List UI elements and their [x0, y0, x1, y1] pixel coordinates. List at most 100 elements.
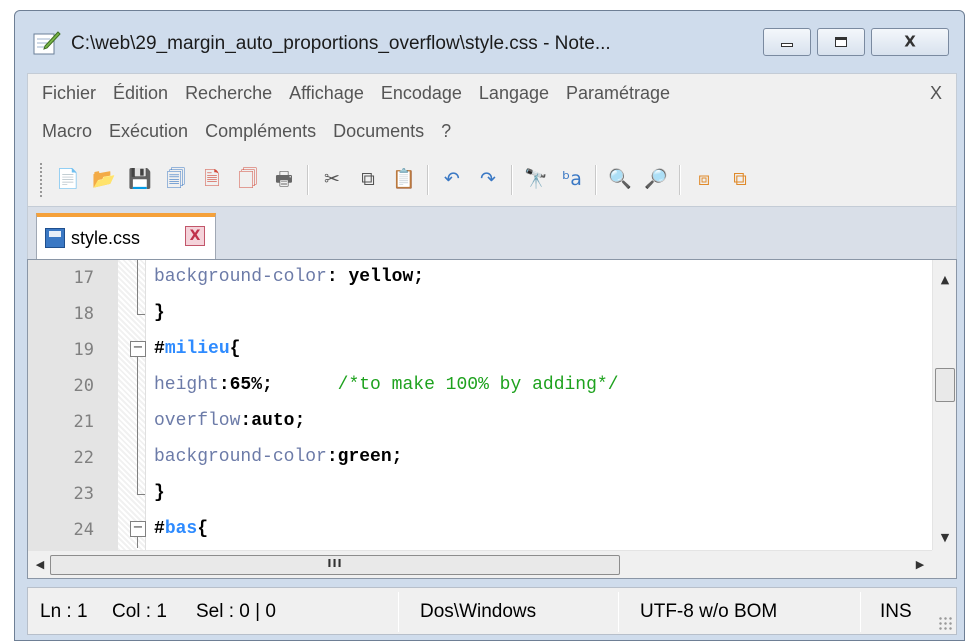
line-number: 23: [73, 484, 94, 504]
menu-paramétrage[interactable]: Paramétrage: [566, 83, 670, 104]
menu-recherche[interactable]: Recherche: [185, 83, 272, 104]
new-file-icon[interactable]: 📄: [53, 165, 83, 195]
status-divider: [398, 592, 399, 632]
token-punct: ;: [294, 411, 306, 431]
token-punct: :: [326, 267, 349, 287]
scrollbar-corner: [932, 550, 956, 578]
sync-horizontal-icon[interactable]: ⧉: [725, 165, 755, 195]
open-file-icon[interactable]: 📂: [89, 165, 119, 195]
menu-exécution[interactable]: Exécution: [109, 121, 188, 142]
save-icon[interactable]: 💾: [125, 165, 155, 195]
token-prop: overflow: [154, 411, 241, 431]
menu-bar: Fichier Édition Recherche Affichage Encodage…: [27, 73, 957, 153]
code-editor[interactable]: 17background-color: yellow;18}19#milieu{…: [27, 259, 957, 579]
replace-icon[interactable]: ᵇa: [557, 165, 587, 195]
code-line[interactable]: 18}: [28, 296, 932, 332]
fold-guide: [130, 440, 146, 476]
menu-affichage[interactable]: Affichage: [289, 83, 364, 104]
code-line[interactable]: 24 #bas{: [28, 512, 932, 548]
fold-guide: [130, 296, 146, 332]
minimize-button[interactable]: [763, 28, 811, 56]
status-divider: [860, 592, 861, 632]
token-val: green: [337, 447, 392, 467]
code-area[interactable]: 17background-color: yellow;18}19#milieu{…: [28, 260, 932, 550]
token-punct: :: [326, 447, 338, 467]
token-prop: background-color: [154, 267, 327, 287]
token-sel-hash: #: [154, 339, 165, 359]
line-number: 17: [73, 268, 94, 288]
tab-close-button[interactable]: X: [185, 226, 205, 246]
code-line[interactable]: 17 background-color: yellow;: [28, 260, 932, 296]
toolbar-grip[interactable]: [40, 162, 44, 197]
token-sel-name: bas: [164, 519, 198, 539]
fold-toggle-icon[interactable]: [130, 512, 146, 548]
horizontal-scrollbar[interactable]: ◀ III ▶: [28, 550, 932, 578]
scroll-up-arrow-icon[interactable]: ▲: [933, 268, 957, 292]
close-icon[interactable]: 🗎: [197, 165, 227, 195]
horizontal-scroll-thumb[interactable]: III: [50, 555, 620, 575]
vertical-scroll-thumb[interactable]: [935, 368, 955, 402]
scroll-right-arrow-icon[interactable]: ▶: [908, 551, 932, 579]
menu-row-1: Fichier Édition Recherche Affichage Encodage…: [28, 74, 956, 112]
status-insert-mode: INS: [880, 601, 912, 622]
paste-icon[interactable]: 📋: [389, 165, 419, 195]
close-document-button[interactable]: X: [930, 83, 942, 104]
undo-icon[interactable]: ↶: [437, 165, 467, 195]
cut-icon[interactable]: ✂: [317, 165, 347, 195]
status-eol: Dos\Windows: [420, 601, 537, 622]
find-icon[interactable]: 🔭: [521, 165, 551, 195]
minimize-icon: [781, 43, 793, 47]
copy-icon[interactable]: ⧉: [353, 165, 383, 195]
code-text: }: [154, 303, 165, 323]
tab-strip: style.css X: [27, 207, 957, 259]
status-selection: Sel : 0 | 0: [196, 601, 276, 622]
save-all-icon[interactable]: 🗐: [161, 165, 191, 195]
toolbar-separator: [307, 164, 309, 195]
zoom-in-icon[interactable]: 🔍: [605, 165, 635, 195]
print-icon[interactable]: 🖶: [269, 165, 299, 195]
maximize-button[interactable]: [817, 28, 865, 56]
fold-guide: [130, 260, 146, 296]
status-bar: Ln : 1 Col : 1 Sel : 0 | 0 Dos\Windows U…: [27, 587, 957, 635]
code-line[interactable]: 20 height:65%; /*to make 100% by adding*/: [28, 368, 932, 404]
code-line[interactable]: 22 background-color:green;: [28, 440, 932, 476]
saved-file-icon: [45, 228, 65, 248]
close-window-button[interactable]: X: [871, 28, 949, 56]
menu-help[interactable]: ?: [441, 121, 451, 142]
token-punct: :: [218, 375, 230, 395]
vertical-scrollbar[interactable]: ▲ ▼: [932, 260, 956, 550]
scroll-down-arrow-icon[interactable]: ▼: [933, 526, 957, 550]
window-title: C:\web\29_margin_auto_proportions_overfl…: [71, 33, 611, 54]
menu-fichier[interactable]: Fichier: [42, 83, 96, 104]
scroll-left-arrow-icon[interactable]: ◀: [28, 551, 52, 579]
fold-toggle-icon[interactable]: [130, 332, 146, 368]
close-all-icon[interactable]: 🗍: [233, 165, 263, 195]
token-punct: }: [154, 483, 165, 503]
code-line[interactable]: 23}: [28, 476, 932, 512]
menu-compléments[interactable]: Compléments: [205, 121, 316, 142]
line-number: 19: [73, 340, 94, 360]
code-line[interactable]: 19 #milieu{: [28, 332, 932, 368]
menu-documents[interactable]: Documents: [333, 121, 424, 142]
code-text: #bas{: [154, 519, 208, 539]
tab-style-css[interactable]: style.css X: [36, 213, 216, 259]
zoom-out-icon[interactable]: 🔎: [641, 165, 671, 195]
toolbar-separator: [511, 164, 513, 195]
code-text: overflow:auto;: [154, 411, 305, 431]
toolbar-separator: [679, 164, 681, 195]
menu-encodage[interactable]: Encodage: [381, 83, 462, 104]
app-window: C:\web\29_margin_auto_proportions_overfl…: [14, 10, 965, 641]
resize-grip-icon[interactable]: [938, 616, 952, 630]
menu-langage[interactable]: Langage: [479, 83, 549, 104]
redo-icon[interactable]: ↷: [473, 165, 503, 195]
token-punct: }: [154, 303, 165, 323]
title-bar[interactable]: C:\web\29_margin_auto_proportions_overfl…: [15, 11, 964, 73]
token-val: auto: [251, 411, 295, 431]
token-punct: ;: [262, 375, 273, 395]
sync-vertical-icon[interactable]: ⧈: [689, 165, 719, 195]
fold-guide: [130, 476, 146, 512]
menu-édition[interactable]: Édition: [113, 83, 168, 104]
menu-macro[interactable]: Macro: [42, 121, 92, 142]
status-line: Ln : 1: [40, 601, 88, 622]
code-line[interactable]: 21 overflow:auto;: [28, 404, 932, 440]
